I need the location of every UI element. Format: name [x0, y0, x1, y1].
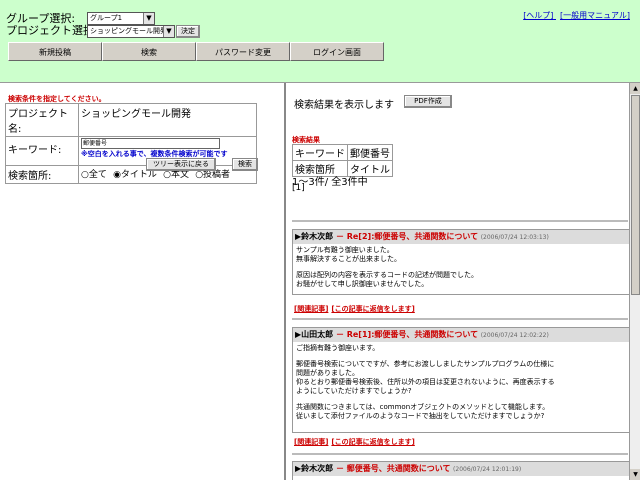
post-date: (2006/07/24 12:03:13) — [480, 234, 549, 241]
post-paragraph: ご指摘有難う御座います。 — [296, 344, 380, 352]
search-form: プロジェクト名: ショッピングモール開発 キーワード: 郵便番号 ※空白を入れる… — [5, 103, 257, 184]
related-posts-link[interactable]: [関連記事] — [294, 305, 328, 313]
post-author: 山田太郎 — [301, 330, 334, 339]
reply-link[interactable]: [この記事に返信をします] — [331, 305, 414, 313]
search-results-pane: 検索結果を表示します PDF作成 検索結果 キーワード 郵便番号 検索箇所 タイ… — [285, 83, 630, 480]
post-author: 鈴木次郎 — [301, 464, 334, 473]
post-paragraph: 郵便番号検索についてですが、参考にお渡ししましたサンプルプログラムの仕様に 問題… — [296, 360, 555, 395]
post-header: ▶山田太郎 － Re[1]:郵便番号、共通関数について (2006/07/24 … — [293, 328, 629, 342]
result-keyword-value: 郵便番号 — [347, 144, 393, 161]
post-subject-link[interactable]: － 郵便番号、共通関数について — [333, 464, 451, 473]
scroll-down-icon[interactable]: ▼ — [630, 469, 640, 480]
post-header: ▶鈴木次郎 － Re[2]:郵便番号、共通関数について (2006/07/24 … — [293, 230, 629, 244]
post-item: ▶鈴木次郎 － Re[2]:郵便番号、共通関数について (2006/07/24 … — [292, 229, 630, 295]
related-posts-link[interactable]: [関連記事] — [294, 438, 328, 446]
decide-button[interactable]: 決定 — [176, 25, 200, 38]
nav-search-button[interactable]: 検索 — [102, 42, 196, 61]
divider — [292, 318, 628, 320]
post-links: [関連記事] [この記事に返信をします] — [294, 437, 418, 447]
chevron-down-icon: ▼ — [163, 26, 174, 37]
project-name-value: ショッピングモール開発 — [78, 103, 257, 137]
radio-all[interactable]: ○全て — [81, 167, 107, 180]
post-header: ▶鈴木次郎 － 郵便番号、共通関数について (2006/07/24 12:01:… — [293, 462, 629, 476]
group-select-value: グループ1 — [90, 14, 123, 22]
keyword-input[interactable]: 郵便番号 — [81, 138, 220, 149]
scroll-up-icon[interactable]: ▲ — [630, 83, 640, 94]
divider — [292, 220, 628, 222]
header-links: [ヘルプ] [一般用マニュアル] — [519, 10, 630, 21]
keyword-label: キーワード: — [5, 136, 79, 166]
help-link[interactable]: [ヘルプ] — [523, 11, 553, 20]
nav-password-button[interactable]: パスワード変更 — [196, 42, 290, 61]
post-date: (2006/07/24 12:01:19) — [453, 466, 522, 473]
results-scrollbar[interactable]: ▲ ▼ — [629, 83, 640, 480]
nav-new-post-button[interactable]: 新規投稿 — [8, 42, 102, 61]
scroll-thumb[interactable] — [631, 95, 640, 295]
chevron-down-icon: ▼ — [143, 13, 154, 24]
tree-view-button[interactable]: ツリー表示に戻る — [146, 158, 216, 171]
search-condition-pane: 検索条件を指定してください。 プロジェクト名: ショッピングモール開発 キーワー… — [0, 83, 285, 480]
post-body: サンプル有難う御座いました。 無事解決することが出来ました。 原因は配列の内容を… — [293, 244, 629, 298]
project-select-label: プロジェクト選択: — [6, 24, 98, 37]
post-item: ▶鈴木次郎 － 郵便番号、共通関数について (2006/07/24 12:01:… — [292, 461, 630, 480]
post-paragraph: 共通関数につきましては、commonオブジェクトのメソッドとして機能します。 従… — [296, 403, 550, 420]
post-item: ▶山田太郎 － Re[1]:郵便番号、共通関数について (2006/07/24 … — [292, 327, 630, 433]
post-subject-link[interactable]: － Re[2]:郵便番号、共通関数について — [333, 232, 478, 241]
divider — [292, 453, 628, 455]
pager-link[interactable]: [1] — [292, 183, 305, 193]
pdf-button[interactable]: PDF作成 — [404, 95, 452, 108]
project-select-value: ショッピングモール開発 — [90, 27, 167, 35]
reply-link[interactable]: [この記事に返信をします] — [331, 438, 414, 446]
project-select[interactable]: ショッピングモール開発 ▼ — [87, 25, 175, 38]
post-links: [関連記事] [この記事に返信をします] — [294, 304, 418, 314]
post-paragraph: 原因は配列の内容を表示するコードの記述が問題でした。 お騒がせして申し訳御座いま… — [296, 271, 478, 288]
project-name-label: プロジェクト名: — [5, 103, 79, 137]
post-paragraph: サンプル有難う御座いました。 無事解決することが出来ました。 — [296, 246, 401, 263]
search-button[interactable]: 検索 — [232, 158, 258, 171]
results-heading: 検索結果を表示します — [294, 100, 394, 111]
search-target-label: 検索箇所: — [5, 165, 79, 184]
post-date: (2006/07/24 12:02:22) — [480, 332, 549, 339]
nav-login-button[interactable]: ログイン画面 — [290, 42, 384, 61]
post-subject-link[interactable]: － Re[1]:郵便番号、共通関数について — [333, 330, 478, 339]
post-author: 鈴木次郎 — [301, 232, 334, 241]
post-body: ご指摘有難う御座います。 郵便番号検索についてですが、参考にお渡ししましたサンプ… — [293, 342, 629, 430]
manual-link[interactable]: [一般用マニュアル] — [560, 11, 630, 20]
header-panel: グループ選択: グループ1 ▼ プロジェクト選択: ショッピングモール開発 ▼ … — [0, 0, 640, 83]
result-keyword-label: キーワード — [292, 144, 348, 161]
